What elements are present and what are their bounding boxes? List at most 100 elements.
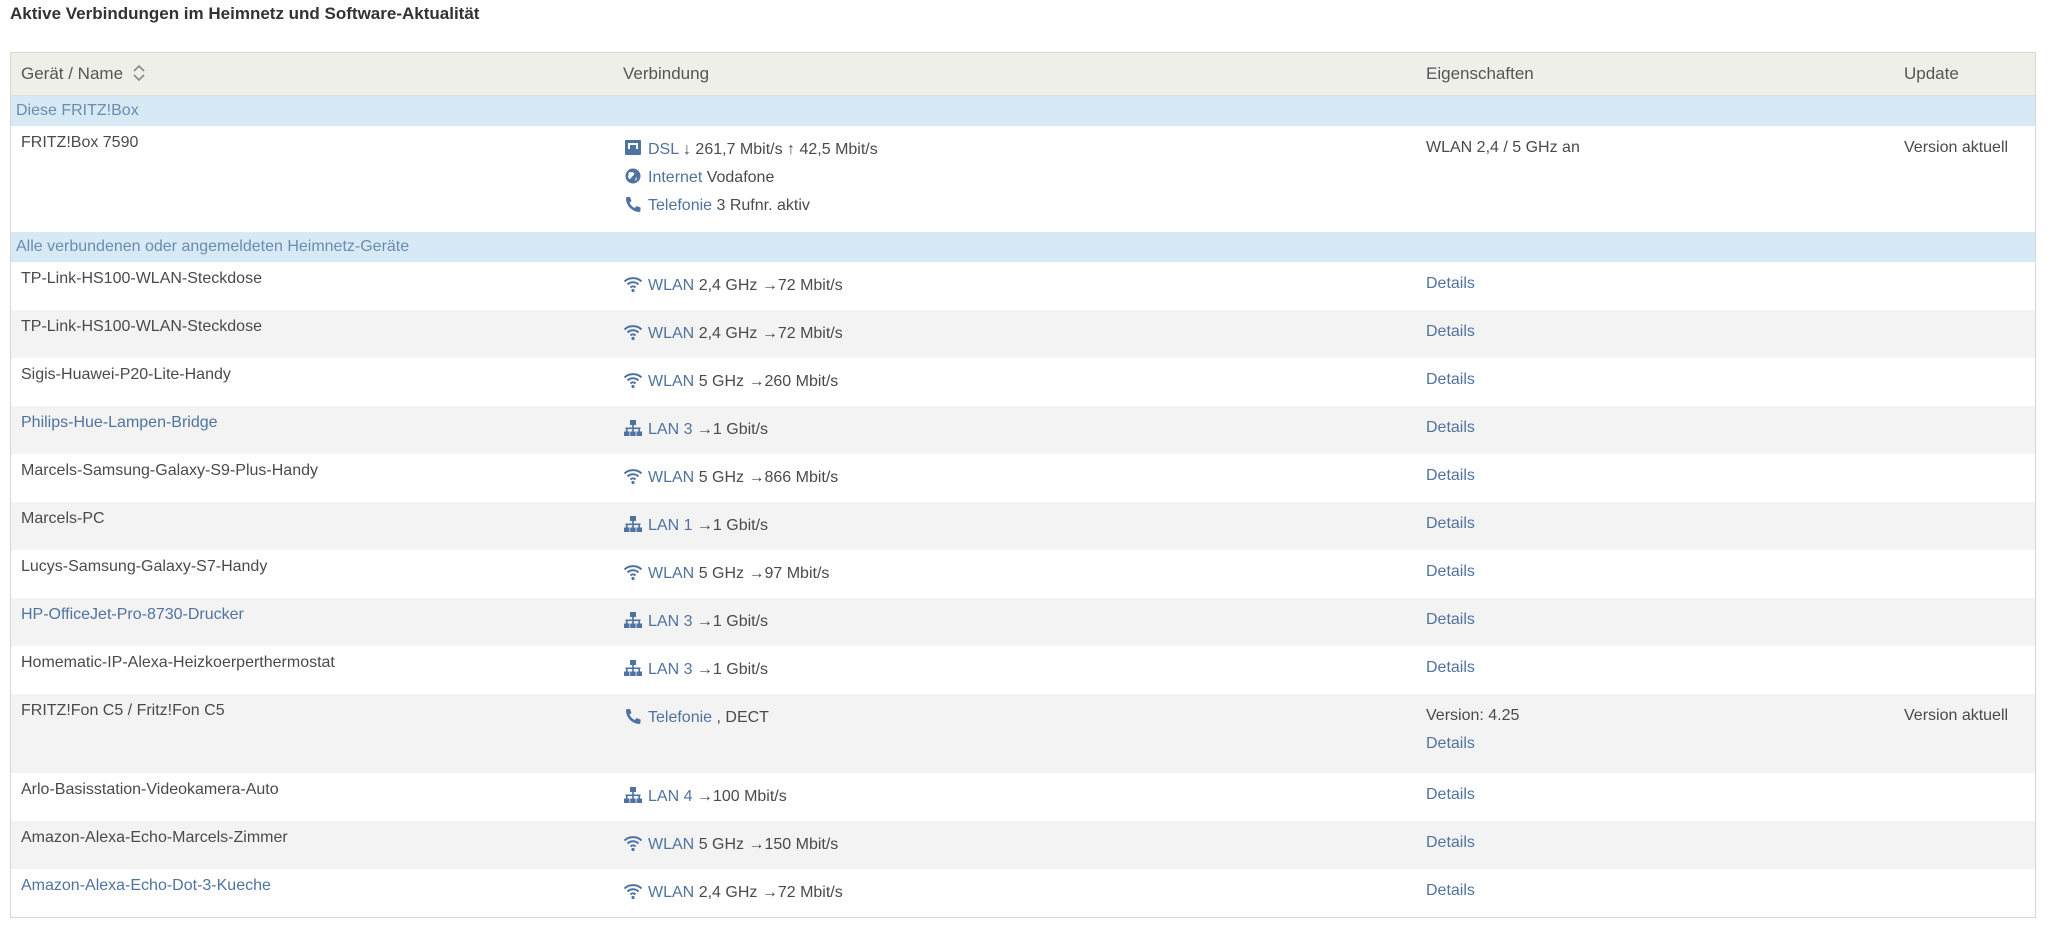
connection-link[interactable]: LAN 4 [648, 788, 692, 805]
details-link[interactable]: Details [1426, 275, 1475, 293]
connection-link[interactable]: LAN 3 [648, 613, 692, 630]
group-header-devices: Alle verbundenen oder angemeldeten Heimn… [11, 232, 2035, 262]
device-name[interactable]: TP-Link-HS100-WLAN-Steckdose [21, 270, 262, 288]
connection-cell: WLAN 2,4 GHz →72 Mbit/s [623, 323, 843, 351]
details-link[interactable]: Details [1426, 611, 1475, 629]
connection-link[interactable]: LAN 3 [648, 421, 692, 438]
table-row: Amazon-Alexa-Echo-Marcels-Zimmer WLAN 5 … [11, 821, 2035, 869]
wifi-icon [623, 467, 643, 485]
details-link[interactable]: Details [1426, 659, 1475, 677]
lan-icon [623, 515, 643, 533]
connection-value: 5 GHz →150 Mbit/s [698, 836, 839, 853]
table-row: Arlo-Basisstation-Videokamera-Auto LAN 4… [11, 773, 2035, 821]
connection-cell: WLAN 5 GHz →260 Mbit/s [623, 371, 838, 399]
properties-cell: Version: 4.25 Details [1426, 707, 1519, 753]
properties-cell: Details [1426, 323, 1475, 341]
column-header-name[interactable]: Gerät / Name [21, 64, 146, 84]
connection-value: →100 Mbit/s [696, 788, 787, 805]
details-link[interactable]: Details [1426, 515, 1475, 533]
details-link[interactable]: Details [1426, 786, 1475, 804]
table-row: Homematic-IP-Alexa-Heizkoerperthermostat… [11, 646, 2035, 694]
table-row-fritzbox: FRITZ!Box 7590 DSL ↓ 261,7 Mbit/s ↑ 42,5… [11, 126, 2035, 232]
firmware-version: Version: 4.25 [1426, 707, 1520, 724]
connection-link[interactable]: WLAN [648, 325, 694, 342]
connection-link[interactable]: WLAN [648, 469, 694, 486]
connection-cell: WLAN 2,4 GHz →72 Mbit/s [623, 882, 843, 910]
properties-cell: Details [1426, 882, 1475, 900]
connection-value: 2,4 GHz →72 Mbit/s [698, 884, 843, 901]
dsl-icon [623, 139, 643, 157]
connection-cell: WLAN 5 GHz →97 Mbit/s [623, 563, 829, 591]
connection-cell: WLAN 5 GHz →150 Mbit/s [623, 834, 838, 862]
details-link[interactable]: Details [1426, 371, 1475, 389]
connection-cell: WLAN 5 GHz →866 Mbit/s [623, 467, 838, 495]
globe-icon [623, 167, 643, 185]
telefonie-status: 3 Rufnr. aktiv [716, 197, 810, 214]
details-link[interactable]: Details [1426, 419, 1475, 437]
device-name[interactable]: Sigis-Huawei-P20-Lite-Handy [21, 366, 231, 384]
table-row: Lucys-Samsung-Galaxy-S7-Handy WLAN 5 GHz… [11, 550, 2035, 598]
device-name[interactable]: HP-OfficeJet-Pro-8730-Drucker [21, 606, 244, 624]
connection-value: 2,4 GHz →72 Mbit/s [698, 325, 843, 342]
connection-link[interactable]: WLAN [648, 836, 694, 853]
details-link[interactable]: Details [1426, 834, 1475, 852]
phone-icon [623, 195, 643, 213]
column-header-properties: Eigenschaften [1426, 64, 1534, 83]
table-row: Amazon-Alexa-Echo-Dot-3-Kueche WLAN 2,4 … [11, 869, 2035, 917]
connection-link[interactable]: WLAN [648, 565, 694, 582]
table-row: Marcels-PC LAN 1 →1 Gbit/s Details [11, 502, 2035, 550]
properties-cell: Details [1426, 419, 1475, 437]
device-list: TP-Link-HS100-WLAN-Steckdose WLAN 2,4 GH… [11, 262, 2035, 917]
connection-cell: LAN 3 →1 Gbit/s [623, 419, 768, 447]
table-header: Gerät / Name Verbindung Eigenschaften Up… [11, 53, 2035, 96]
sort-icon[interactable] [132, 64, 146, 82]
device-name[interactable]: Lucys-Samsung-Galaxy-S7-Handy [21, 558, 267, 576]
details-link[interactable]: Details [1426, 323, 1475, 341]
device-name[interactable]: Arlo-Basisstation-Videokamera-Auto [21, 781, 279, 799]
table-row: FRITZ!Fon C5 / Fritz!Fon C5 Telefonie , … [11, 694, 2035, 773]
details-link[interactable]: Details [1426, 735, 1519, 753]
device-name[interactable]: TP-Link-HS100-WLAN-Steckdose [21, 318, 262, 336]
lan-icon [623, 786, 643, 804]
connection-cell: WLAN 2,4 GHz →72 Mbit/s [623, 275, 843, 303]
device-name[interactable]: Philips-Hue-Lampen-Bridge [21, 414, 218, 432]
device-name[interactable]: Marcels-Samsung-Galaxy-S9-Plus-Handy [21, 462, 318, 480]
telefonie-link[interactable]: Telefonie [648, 197, 712, 214]
connection-link[interactable]: LAN 3 [648, 661, 692, 678]
connection-link[interactable]: WLAN [648, 373, 694, 390]
connection-link[interactable]: Telefonie [648, 709, 712, 726]
wifi-icon [623, 834, 643, 852]
properties-cell: Details [1426, 563, 1475, 581]
connection-link[interactable]: LAN 1 [648, 517, 692, 534]
device-name[interactable]: FRITZ!Fon C5 / Fritz!Fon C5 [21, 702, 225, 720]
details-link[interactable]: Details [1426, 882, 1475, 900]
device-name[interactable]: Marcels-PC [21, 510, 105, 528]
device-name[interactable]: Homematic-IP-Alexa-Heizkoerperthermostat [21, 654, 335, 672]
connection-cell: LAN 3 →1 Gbit/s [623, 611, 768, 639]
details-link[interactable]: Details [1426, 467, 1475, 485]
properties-cell: Details [1426, 834, 1475, 852]
dsl-speed: ↓ 261,7 Mbit/s ↑ 42,5 Mbit/s [682, 141, 878, 158]
update-status: Version aktuell [1904, 707, 2009, 724]
column-header-update: Update [1904, 64, 1959, 83]
wifi-icon [623, 371, 643, 389]
connections-table: Gerät / Name Verbindung Eigenschaften Up… [10, 52, 2036, 918]
connection-link[interactable]: WLAN [648, 277, 694, 294]
lan-icon [623, 419, 643, 437]
properties-cell: Details [1426, 659, 1475, 677]
connection-cell: LAN 1 →1 Gbit/s [623, 515, 768, 543]
device-name: FRITZ!Box 7590 [21, 134, 139, 151]
wifi-icon [623, 882, 643, 900]
device-name[interactable]: Amazon-Alexa-Echo-Marcels-Zimmer [21, 829, 288, 847]
lan-icon [623, 611, 643, 629]
device-name[interactable]: Amazon-Alexa-Echo-Dot-3-Kueche [21, 877, 271, 895]
connection-link[interactable]: WLAN [648, 884, 694, 901]
table-row: HP-OfficeJet-Pro-8730-Drucker LAN 3 →1 G… [11, 598, 2035, 646]
group-header-fritzbox: Diese FRITZ!Box [11, 96, 2035, 126]
lan-icon [623, 659, 643, 677]
internet-link[interactable]: Internet [648, 169, 702, 186]
details-link[interactable]: Details [1426, 563, 1475, 581]
properties-value: WLAN 2,4 / 5 GHz an [1426, 139, 1580, 156]
properties-cell: Details [1426, 275, 1475, 293]
dsl-link[interactable]: DSL [648, 141, 679, 158]
